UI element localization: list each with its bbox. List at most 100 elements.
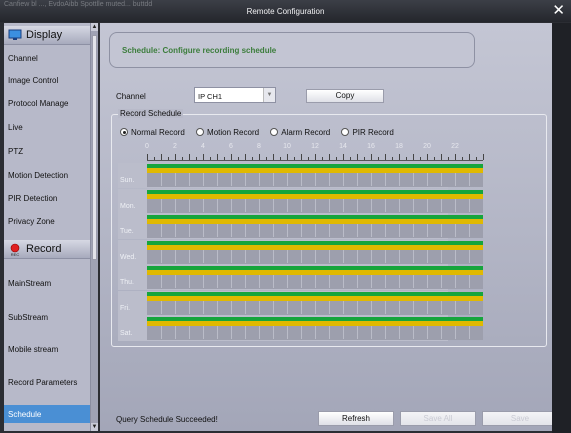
section-display[interactable]: Display bbox=[4, 26, 90, 45]
sidebar-scrollbar[interactable]: ▲ ▼ bbox=[90, 23, 98, 431]
hour-label: 10 bbox=[283, 143, 291, 150]
hour-gridline bbox=[245, 224, 246, 237]
hour-gridline bbox=[441, 275, 442, 288]
svg-text:REC: REC bbox=[11, 252, 20, 257]
ruler-tick bbox=[483, 154, 484, 160]
save-button[interactable]: Save bbox=[482, 411, 558, 426]
close-icon[interactable]: ✕ bbox=[552, 3, 565, 18]
section-record[interactable]: REC Record bbox=[4, 240, 90, 259]
schedule-grid[interactable]: 0 2 4 6 8 10 12 14 16 18 20 22 Sun. Mon. Tue. Wed. Thu. F… bbox=[112, 143, 492, 341]
hour-gridline bbox=[455, 249, 456, 263]
sidebar-item-protocol-manage[interactable]: Protocol Manage bbox=[4, 99, 90, 108]
radio-dot bbox=[120, 128, 128, 136]
hour-gridline bbox=[371, 224, 372, 237]
hour-gridline bbox=[273, 173, 274, 186]
hour-gridline bbox=[343, 224, 344, 237]
copy-button[interactable]: Copy bbox=[306, 89, 384, 103]
save-all-button[interactable]: Save All bbox=[400, 411, 476, 426]
ruler-tick bbox=[357, 154, 358, 160]
sidebar-item-motion-detection[interactable]: Motion Detection bbox=[4, 171, 90, 180]
hour-gridline bbox=[427, 249, 428, 263]
record-schedule-group: Record Schedule Normal Record Motion Rec… bbox=[111, 109, 547, 347]
hour-gridline bbox=[385, 275, 386, 288]
main-panel: Schedule: Configure recording schedule C… bbox=[100, 23, 558, 431]
channel-label: Channel bbox=[116, 92, 146, 101]
hour-gridline bbox=[161, 198, 162, 212]
hour-gridline bbox=[273, 249, 274, 263]
scroll-thumb[interactable] bbox=[92, 35, 97, 260]
hour-gridline bbox=[175, 275, 176, 288]
hour-gridline bbox=[245, 173, 246, 186]
sidebar-item-privacy-zone[interactable]: Privacy Zone bbox=[4, 217, 90, 226]
sidebar-item-record-parameters[interactable]: Record Parameters bbox=[4, 378, 90, 387]
hour-gridline bbox=[469, 300, 470, 314]
hour-gridline bbox=[399, 198, 400, 212]
hour-gridline bbox=[455, 198, 456, 212]
hour-gridline bbox=[413, 300, 414, 314]
hour-label: 22 bbox=[451, 143, 459, 150]
hour-gridline bbox=[273, 326, 274, 339]
hour-gridline bbox=[371, 326, 372, 339]
scroll-down-icon[interactable]: ▼ bbox=[91, 423, 98, 431]
sidebar-item-image-control[interactable]: Image Control bbox=[4, 76, 90, 85]
radio-motion-record[interactable]: Motion Record bbox=[196, 128, 259, 137]
sidebar-item-mainstream[interactable]: MainStream bbox=[4, 279, 90, 288]
hour-gridline bbox=[455, 300, 456, 314]
sidebar-item-mobile-stream[interactable]: Mobile stream bbox=[4, 345, 90, 354]
hour-gridline bbox=[287, 275, 288, 288]
ruler-tick bbox=[217, 154, 218, 160]
radio-alarm-record[interactable]: Alarm Record bbox=[270, 128, 330, 137]
sidebar-item-substream[interactable]: SubStream bbox=[4, 313, 90, 322]
hour-gridline bbox=[455, 173, 456, 186]
hour-gridline bbox=[301, 224, 302, 237]
hour-gridline bbox=[315, 249, 316, 263]
radio-pir-record[interactable]: PIR Record bbox=[341, 128, 394, 137]
hour-gridline bbox=[455, 224, 456, 237]
window-title: Remote Configuration bbox=[246, 7, 325, 16]
hour-gridline bbox=[399, 224, 400, 237]
refresh-button[interactable]: Refresh bbox=[318, 411, 394, 426]
ruler-tick bbox=[469, 154, 470, 160]
hour-gridline bbox=[259, 326, 260, 339]
hour-gridline bbox=[161, 275, 162, 288]
sidebar-item-live[interactable]: Live bbox=[4, 123, 90, 132]
radio-dot bbox=[270, 128, 279, 136]
hour-gridline bbox=[413, 198, 414, 212]
hour-gridline bbox=[413, 326, 414, 339]
sidebar-item-pir-detection[interactable]: PIR Detection bbox=[4, 194, 90, 203]
hour-gridline bbox=[189, 224, 190, 237]
ruler-tick bbox=[406, 157, 407, 160]
hour-gridline bbox=[231, 326, 232, 339]
hour-label: 12 bbox=[311, 143, 319, 150]
day-label: Tue. bbox=[120, 228, 134, 235]
hour-gridline bbox=[441, 173, 442, 186]
hour-gridline bbox=[161, 326, 162, 339]
hour-gridline bbox=[371, 198, 372, 212]
ruler-tick bbox=[308, 157, 309, 160]
ruler-tick bbox=[168, 157, 169, 160]
hour-gridline bbox=[427, 326, 428, 339]
hour-gridline bbox=[427, 275, 428, 288]
radio-label: Alarm Record bbox=[281, 128, 331, 137]
channel-select[interactable]: IP CH1 ▼ bbox=[194, 87, 276, 103]
sidebar-item-schedule[interactable]: Schedule bbox=[4, 405, 90, 423]
ruler-tick bbox=[203, 154, 204, 160]
radio-label: Motion Record bbox=[207, 128, 260, 137]
ruler-tick bbox=[343, 154, 344, 160]
hour-gridline bbox=[161, 249, 162, 263]
hour-gridline bbox=[203, 224, 204, 237]
chevron-down-icon[interactable]: ▼ bbox=[263, 88, 275, 102]
sidebar-item-ptz[interactable]: PTZ bbox=[4, 147, 90, 156]
hour-gridline bbox=[189, 275, 190, 288]
hour-gridline bbox=[203, 275, 204, 288]
radio-normal-record[interactable]: Normal Record bbox=[120, 128, 185, 137]
sidebar-item-channel[interactable]: Channel bbox=[4, 54, 90, 63]
hour-gridline bbox=[329, 173, 330, 186]
ruler-tick bbox=[287, 154, 288, 160]
hour-gridline bbox=[427, 198, 428, 212]
page-title: Schedule: Configure recording schedule bbox=[122, 46, 277, 55]
radio-dot bbox=[196, 128, 205, 136]
hour-gridline bbox=[287, 249, 288, 263]
scroll-up-icon[interactable]: ▲ bbox=[91, 23, 98, 31]
hour-gridline bbox=[161, 173, 162, 186]
